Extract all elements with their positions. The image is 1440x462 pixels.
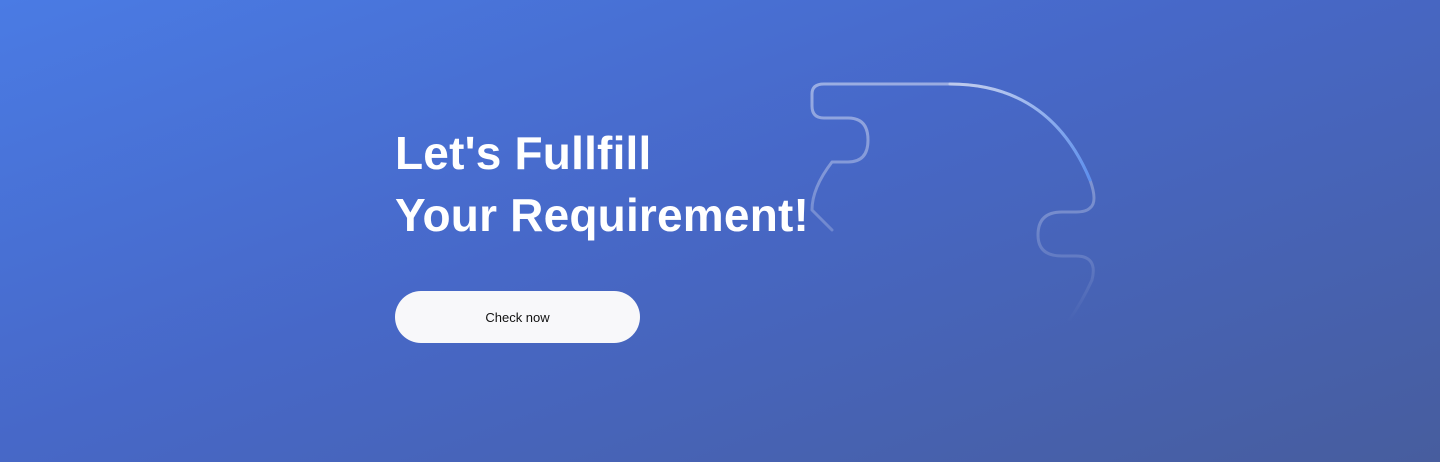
promo-banner: Let's Fullfill Your Requirement! Check n…: [0, 0, 1440, 462]
headline-line-1: Let's Fullfill: [395, 127, 652, 179]
decorative-outline-shape: [810, 82, 1096, 324]
check-now-button[interactable]: Check now: [395, 291, 640, 343]
banner-headline: Let's Fullfill Your Requirement!: [395, 122, 809, 246]
headline-line-2: Your Requirement!: [395, 189, 810, 241]
